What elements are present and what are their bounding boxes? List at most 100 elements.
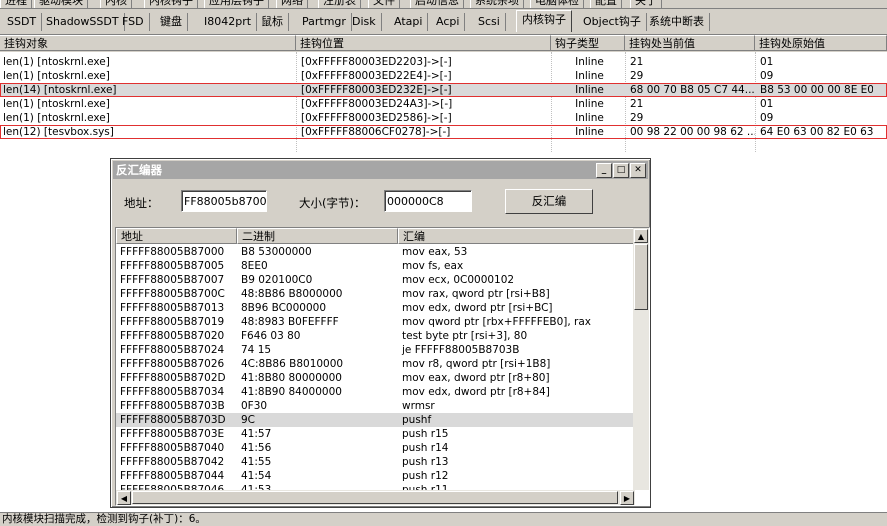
disasm-vertical-scrollbar[interactable]: ▲ (633, 228, 649, 490)
disassemble-button[interactable]: 反汇编 (505, 189, 593, 214)
disasm-row[interactable]: FFFFF88005B87007 B9 020100C0 mov ecx, 0C00… (116, 273, 635, 287)
main-tab-pc-checkup[interactable]: 电脑体检 (530, 0, 584, 8)
main-tab-driver-modules[interactable]: 驱动模块 (34, 0, 88, 8)
hook-type-cell: Inline (575, 56, 604, 68)
status-bar: 内核模块扫描完成，检测到钩子(补丁)：6。 (0, 512, 887, 526)
asm-address-cell: FFFFF88005B87040 (120, 442, 225, 454)
column-header-assembly[interactable]: 汇编 (398, 228, 635, 244)
table-row[interactable]: len(1) [ntoskrnl.exe] [0xFFFFF80003ED258… (0, 111, 887, 125)
tab-disk[interactable]: Disk (347, 13, 382, 31)
column-header-binary[interactable]: 二进制 (237, 228, 398, 244)
column-header-current-value[interactable]: 挂钩处当前值 (625, 35, 755, 51)
disasm-row[interactable]: FFFFF88005B87019 48:8983 B0FEFFFF mov qwor… (116, 315, 635, 329)
original-value-cell: B8 53 00 00 00 8E E0 .. (760, 84, 873, 96)
tab-fsd[interactable]: FSD (117, 13, 150, 31)
disasm-row[interactable]: FFFFF88005B8700C 48:8B86 B8000000 mov rax,… (116, 287, 635, 301)
main-tab-network[interactable]: 网络 (276, 0, 308, 8)
main-tab-files[interactable]: 文件 (368, 0, 400, 8)
scroll-thumb[interactable] (634, 244, 648, 310)
tab-system-interrupt-table[interactable]: 系统中断表 (644, 13, 710, 31)
asm-address-cell: FFFFF88005B87024 (120, 344, 225, 356)
table-row[interactable]: len(1) [ntoskrnl.exe] [0xFFFFF80003ED24A… (0, 97, 887, 111)
disasm-row[interactable]: FFFFF88005B87000 B8 53000000 mov eax, 53 (116, 245, 635, 259)
dialog-title-bar[interactable]: 反汇编器 _ □ ✕ (113, 161, 648, 179)
scroll-left-icon[interactable]: ◀ (117, 491, 131, 505)
main-tab-system-misc[interactable]: 系统杂项 (470, 0, 524, 8)
column-header-original-value[interactable]: 挂钩处原始值 (755, 35, 887, 51)
main-tab-kernel-hooks[interactable]: 内核钩子 (144, 0, 198, 8)
current-value-cell: 68 00 70 B8 05 C7 44... (630, 84, 755, 96)
asm-address-cell: FFFFF88005B87013 (120, 302, 225, 314)
minimize-icon[interactable]: _ (596, 163, 612, 178)
main-tab-registry[interactable]: 注册表 (318, 0, 361, 8)
disasm-row[interactable]: FFFFF88005B8703B 0F30 wrmsr (116, 399, 635, 413)
disasm-row[interactable]: FFFFF88005B87042 41:55 push r13 (116, 455, 635, 469)
disasm-row-selected[interactable]: FFFFF88005B8703D 9C pushf (116, 413, 635, 427)
close-icon[interactable]: ✕ (630, 163, 646, 178)
tab-partmgr[interactable]: Partmgr (297, 13, 352, 31)
column-header-hook-type[interactable]: 钩子类型 (551, 35, 625, 51)
current-value-cell: 21 (630, 98, 644, 110)
asm-instruction-cell: mov rax, qword ptr [rsi+B8] (402, 288, 550, 300)
hook-object-cell: len(14) [ntoskrnl.exe] (3, 84, 117, 96)
main-tab-startup[interactable]: 启动信息 (410, 0, 464, 8)
main-tab-config[interactable]: 配置 (590, 0, 622, 8)
table-row[interactable]: len(12) [tesvbox.sys] [0xFFFFF88006CF027… (0, 125, 887, 139)
main-tab-process[interactable]: 进程 (0, 0, 32, 8)
main-tab-about[interactable]: 关于 (630, 0, 662, 8)
asm-instruction-cell: mov qword ptr [rbx+FFFFFEB0], rax (402, 316, 591, 328)
disasm-row[interactable]: FFFFF88005B87024 74 15 je FFFFF88005B8703B (116, 343, 635, 357)
tab-ssdt[interactable]: SSDT (2, 13, 43, 31)
asm-binary-cell: 8B96 BC000000 (241, 302, 327, 314)
tab-mouse[interactable]: 鼠标 (256, 13, 289, 31)
tab-acpi[interactable]: Acpi (431, 13, 466, 31)
tab-kernel-hooks[interactable]: 内核钩子 (516, 10, 572, 32)
column-header-address[interactable]: 地址 (116, 228, 237, 244)
hook-object-cell: len(1) [ntoskrnl.exe] (3, 70, 110, 82)
disasm-row[interactable]: FFFFF88005B87005 8EE0 mov fs, eax (116, 259, 635, 273)
tab-shadowssdt[interactable]: ShadowSSDT (41, 13, 125, 31)
scroll-thumb[interactable] (132, 491, 618, 504)
asm-instruction-cell: mov eax, dword ptr [r8+80] (402, 372, 550, 384)
size-label: 大小(字节)： (299, 196, 366, 210)
tab-object-hooks[interactable]: Object钩子 (578, 13, 647, 31)
tab-i8042prt[interactable]: I8042prt (199, 13, 258, 31)
hook-list-header: 挂钩对象 挂钩位置 钩子类型 挂钩处当前值 挂钩处原始值 (0, 35, 887, 52)
asm-binary-cell: 41:56 (241, 442, 272, 454)
table-row-selected[interactable]: len(14) [ntoskrnl.exe] [0xFFFFF80003ED23… (0, 83, 887, 97)
asm-instruction-cell: je FFFFF88005B8703B (402, 344, 520, 356)
asm-instruction-cell: mov edx, dword ptr [r8+84] (402, 386, 550, 398)
disasm-row[interactable]: FFFFF88005B87040 41:56 push r14 (116, 441, 635, 455)
maximize-icon[interactable]: □ (613, 163, 629, 178)
column-header-hook-location[interactable]: 挂钩位置 (296, 35, 551, 51)
asm-address-cell: FFFFF88005B87042 (120, 456, 225, 468)
current-value-cell: 29 (630, 112, 644, 124)
tab-scsi[interactable]: Scsi (473, 13, 506, 31)
disasm-horizontal-scrollbar[interactable]: ◀ ▶ (116, 490, 635, 505)
disasm-list[interactable]: 地址 二进制 汇编 FFFFF88005B87000 B8 53000000 mov… (115, 227, 650, 506)
address-input[interactable]: FF88005b87000 (181, 190, 267, 212)
table-row[interactable]: len(1) [ntoskrnl.exe] [0xFFFFF80003ED22E… (0, 69, 887, 83)
column-header-hook-object[interactable]: 挂钩对象 (0, 35, 296, 51)
size-input[interactable]: 000000C8 (384, 190, 472, 212)
hook-object-cell: len(1) [ntoskrnl.exe] (3, 98, 110, 110)
disasm-row[interactable]: FFFFF88005B87020 F646 03 80 test byte ptr … (116, 329, 635, 343)
disasm-row[interactable]: FFFFF88005B87034 41:8B90 84000000 mov edx,… (116, 385, 635, 399)
hook-type-cell: Inline (575, 98, 604, 110)
scroll-right-icon[interactable]: ▶ (620, 491, 634, 505)
main-tab-app-hooks[interactable]: 应用层钩子 (204, 0, 269, 8)
asm-binary-cell: 48:8983 B0FEFFFF (241, 316, 339, 328)
hook-type-cell: Inline (575, 112, 604, 124)
tab-atapi[interactable]: Atapi (389, 13, 429, 31)
main-tab-kernel[interactable]: 内核 (100, 0, 132, 8)
disasm-row[interactable]: FFFFF88005B8703E 41:57 push r15 (116, 427, 635, 441)
scroll-up-icon[interactable]: ▲ (634, 229, 648, 243)
disasm-row[interactable]: FFFFF88005B87013 8B96 BC000000 mov edx, dw… (116, 301, 635, 315)
disasm-row[interactable]: FFFFF88005B8702D 41:8B80 80000000 mov eax,… (116, 371, 635, 385)
asm-instruction-cell: push r14 (402, 442, 449, 454)
tab-keyboard[interactable]: 键盘 (155, 13, 188, 31)
disasm-row[interactable]: FFFFF88005B87044 41:54 push r12 (116, 469, 635, 483)
table-row[interactable]: len(1) [ntoskrnl.exe] [0xFFFFF80003ED220… (0, 55, 887, 69)
disasm-row[interactable]: FFFFF88005B87026 4C:8B86 B8010000 mov r8, … (116, 357, 635, 371)
asm-instruction-cell: mov r8, qword ptr [rsi+1B8] (402, 358, 551, 370)
